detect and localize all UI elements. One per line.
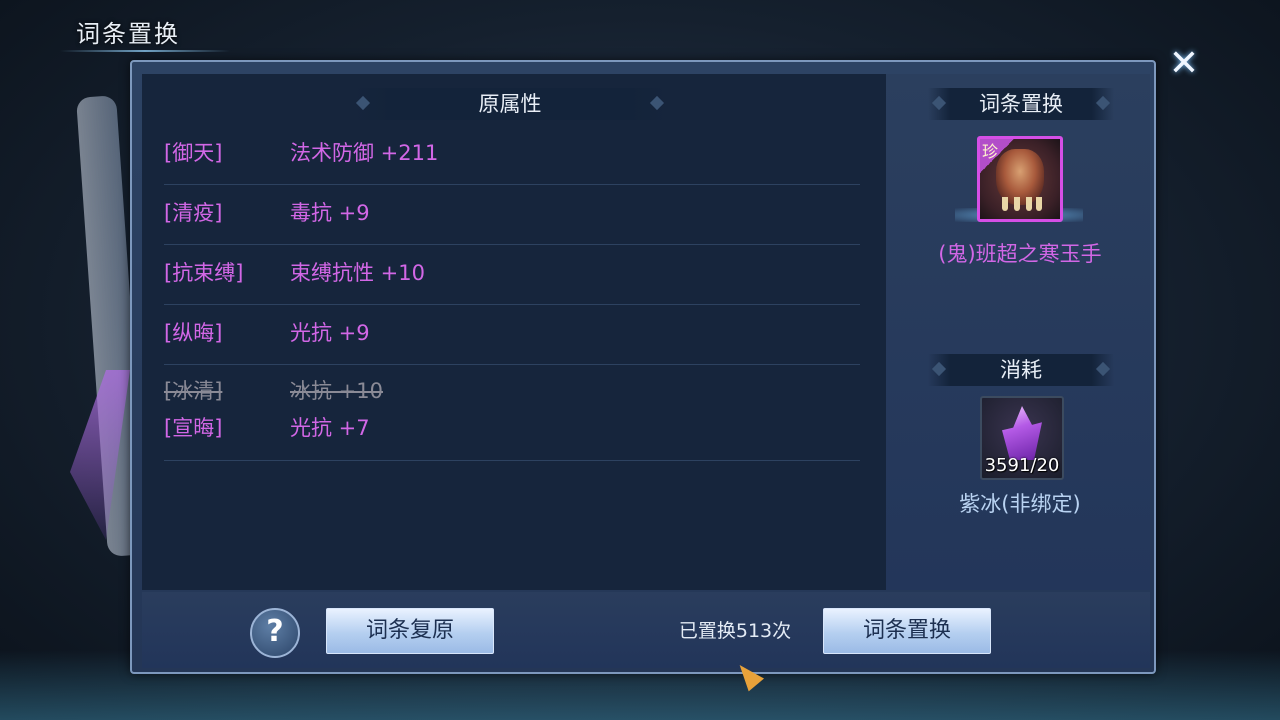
material-count: 3591/20 (984, 455, 1060, 476)
close-button[interactable]: ✕ (1164, 44, 1204, 84)
old-attribute-value: 冰抗 +10 (290, 379, 383, 403)
equipment-name: (鬼)班超之寒玉手 (938, 242, 1102, 266)
window-title: 词条置换 (76, 20, 180, 48)
attribute-value: 光抗 +9 (290, 321, 370, 345)
attribute-row: [御天] 法术防御 +211 (164, 126, 860, 185)
consume-header: 消耗 (928, 354, 1114, 386)
rarity-badge: 珍 (980, 139, 1014, 173)
purple-crystal-icon (1002, 406, 1042, 460)
restore-button[interactable]: 词条复原 (326, 608, 494, 654)
new-attribute-key: [宣晦] (164, 416, 223, 440)
attribute-row: [纵晦] 光抗 +9 (164, 306, 860, 365)
replaced-attribute-row: [冰清] 冰抗 +10 [宣晦] 光抗 +7 (164, 366, 860, 461)
equipment-slot[interactable]: 珍 (977, 136, 1063, 222)
attribute-key: [御天] (164, 141, 223, 165)
original-attributes-header: 原属性 (352, 88, 668, 120)
rarity-label: 珍 (982, 142, 999, 161)
attribute-key: [纵晦] (164, 321, 223, 345)
attribute-value: 束缚抗性 +10 (290, 261, 425, 285)
replace-header: 词条置换 (928, 88, 1114, 120)
material-name: 紫冰(非绑定) (959, 492, 1081, 516)
attribute-value: 毒抗 +9 (290, 201, 370, 225)
attribute-key: [清疫] (164, 201, 223, 225)
attribute-row: [清疫] 毒抗 +9 (164, 186, 860, 245)
help-button[interactable]: ? (250, 608, 300, 658)
new-attribute-value: 光抗 +7 (290, 416, 370, 440)
replace-button[interactable]: 词条置换 (823, 608, 991, 654)
title-underline (60, 50, 230, 52)
material-slot[interactable]: 3591/20 (980, 396, 1064, 480)
attribute-value: 法术防御 +211 (290, 141, 439, 165)
attribute-key: [抗束缚] (164, 261, 244, 285)
old-attribute-key: [冰清] (164, 379, 223, 403)
replace-count: 已置换513次 (678, 620, 792, 642)
attribute-row: [抗束缚] 束缚抗性 +10 (164, 246, 860, 305)
